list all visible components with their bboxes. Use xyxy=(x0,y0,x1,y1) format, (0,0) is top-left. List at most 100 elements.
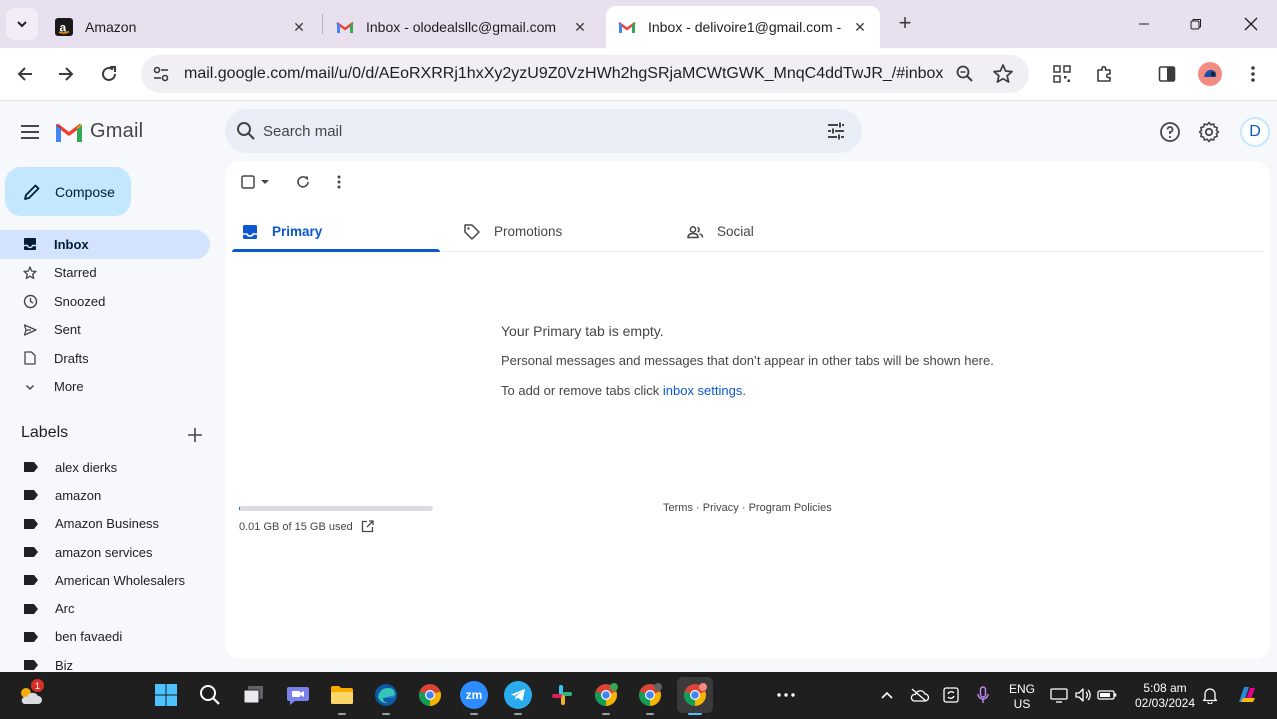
program-policies-link[interactable]: Program Policies xyxy=(749,502,832,514)
tab-primary[interactable]: Primary xyxy=(241,211,322,252)
nav-item-snoozed[interactable]: Snoozed xyxy=(0,287,210,316)
settings-gear-icon[interactable] xyxy=(1197,120,1221,144)
zoom-app[interactable]: zm xyxy=(460,681,488,709)
nav-item-inbox[interactable]: Inbox xyxy=(0,230,210,259)
tag-icon xyxy=(464,223,480,240)
nav-item-drafts[interactable]: Drafts xyxy=(0,344,210,373)
overflow-apps-button[interactable] xyxy=(772,681,800,709)
inbox-icon xyxy=(22,236,38,252)
browser-menu-button[interactable] xyxy=(1240,61,1266,87)
main-menu-icon[interactable] xyxy=(18,120,42,144)
profile-button[interactable] xyxy=(1197,61,1223,87)
zoom-icon[interactable] xyxy=(955,64,975,84)
more-vert-icon[interactable] xyxy=(337,175,341,189)
tab-search-button[interactable] xyxy=(6,8,38,40)
browser-tab-amazon[interactable]: a Amazon ✕ xyxy=(43,6,319,48)
start-button[interactable] xyxy=(152,681,180,709)
restore-button[interactable] xyxy=(1184,12,1208,36)
site-settings-icon[interactable] xyxy=(151,64,171,84)
chrome-app[interactable] xyxy=(416,681,444,709)
gmail-icon xyxy=(55,123,83,142)
url-text[interactable]: mail.google.com/mail/u/0/d/AEoRXRRj1hxXy… xyxy=(184,65,948,83)
clock-time: 5:08 am xyxy=(1143,681,1187,695)
browser-tab-inbox-olodeals[interactable]: Inbox - olodealsllc@gmail.com ✕ xyxy=(324,6,600,48)
terms-link[interactable]: Terms xyxy=(663,502,693,514)
reload-button[interactable] xyxy=(96,61,122,87)
footer-separator: · xyxy=(738,502,749,514)
sync-tray-button[interactable] xyxy=(941,685,961,705)
close-window-button[interactable] xyxy=(1239,12,1263,36)
label-item[interactable]: amazon xyxy=(0,481,210,509)
minimize-button[interactable] xyxy=(1132,12,1156,36)
file-explorer-app[interactable] xyxy=(328,681,356,709)
edge-app[interactable] xyxy=(372,681,400,709)
mail-list-panel: Primary Promotions Social Your Primary t… xyxy=(225,161,1270,659)
new-tab-button[interactable]: + xyxy=(893,12,917,36)
label-item[interactable]: American Wholesalers xyxy=(0,566,210,594)
display-tray-button[interactable] xyxy=(1049,685,1069,705)
label-item[interactable]: Arc xyxy=(0,594,210,622)
slack-app[interactable] xyxy=(548,681,576,709)
system-clock[interactable]: 5:08 am 02/03/2024 xyxy=(1128,681,1202,711)
qr-code-icon xyxy=(1053,65,1071,83)
slack-icon xyxy=(552,685,572,705)
help-icon[interactable] xyxy=(1158,120,1182,144)
search-input[interactable] xyxy=(263,117,803,145)
task-view-button[interactable] xyxy=(240,681,268,709)
nav-item-sent[interactable]: Sent xyxy=(0,316,210,345)
label-item[interactable]: Amazon Business xyxy=(0,510,210,538)
speaker-icon xyxy=(1075,688,1091,702)
privacy-link[interactable]: Privacy xyxy=(703,502,739,514)
search-options-icon[interactable] xyxy=(825,120,847,142)
telegram-app[interactable] xyxy=(504,681,532,709)
tab-social[interactable]: Social xyxy=(686,211,754,252)
back-button[interactable] xyxy=(12,61,38,87)
compose-button[interactable]: Compose xyxy=(5,167,131,216)
microphone-tray-button[interactable] xyxy=(973,685,993,705)
search-icon[interactable] xyxy=(235,120,257,142)
taskbar-search-button[interactable] xyxy=(196,681,224,709)
qr-code-button[interactable] xyxy=(1049,61,1075,87)
volume-tray-button[interactable] xyxy=(1073,685,1093,705)
active-app-indicator xyxy=(688,713,702,715)
refresh-icon[interactable] xyxy=(296,175,310,189)
gmail-logo[interactable]: Gmail xyxy=(55,120,143,143)
forward-button[interactable] xyxy=(53,61,79,87)
search-bar[interactable] xyxy=(225,109,862,153)
chrome-profile-app[interactable] xyxy=(636,681,664,709)
copilot-button[interactable] xyxy=(1234,685,1260,705)
nav-item-starred[interactable]: Starred xyxy=(0,259,210,288)
browser-tab-inbox-delivoire[interactable]: Inbox - delivoire1@gmail.com - ✕ xyxy=(606,6,880,48)
chrome-active-app[interactable] xyxy=(677,677,713,713)
label-item[interactable]: amazon services xyxy=(0,538,210,566)
side-panel-button[interactable] xyxy=(1154,61,1180,87)
extensions-button[interactable] xyxy=(1092,61,1118,87)
notifications-button[interactable] xyxy=(1200,685,1220,705)
add-label-icon[interactable] xyxy=(185,425,205,445)
monitor-icon xyxy=(1050,688,1068,703)
input-language[interactable]: ENG US xyxy=(1006,682,1038,712)
star-icon xyxy=(22,265,38,281)
bookmark-star-icon[interactable] xyxy=(992,63,1014,85)
teams-chat-app[interactable] xyxy=(284,681,312,709)
onedrive-tray-button[interactable] xyxy=(909,685,929,705)
label-name: amazon xyxy=(55,487,102,503)
address-bar[interactable]: mail.google.com/mail/u/0/d/AEoRXRRj1hxXy… xyxy=(141,55,1029,93)
select-checkbox-icon[interactable] xyxy=(241,175,255,189)
tab-promotions[interactable]: Promotions xyxy=(463,211,562,252)
label-item[interactable]: ben favaedi xyxy=(0,623,210,651)
label-item[interactable]: Biz xyxy=(0,651,210,671)
open-external-icon[interactable] xyxy=(361,520,374,533)
nav-item-more[interactable]: More xyxy=(0,373,210,402)
label-name: amazon services xyxy=(55,544,153,560)
close-tab-icon[interactable]: ✕ xyxy=(289,17,309,37)
close-tab-icon[interactable]: ✕ xyxy=(850,17,870,37)
battery-tray-button[interactable] xyxy=(1097,685,1117,705)
label-item[interactable]: alex dierks xyxy=(0,453,210,481)
select-dropdown-icon[interactable] xyxy=(261,179,269,185)
inbox-settings-link[interactable]: inbox settings xyxy=(663,383,743,398)
account-avatar[interactable]: D xyxy=(1240,117,1270,147)
show-hidden-icons-button[interactable] xyxy=(877,685,897,705)
chrome-profile-app[interactable] xyxy=(592,681,620,709)
close-tab-icon[interactable]: ✕ xyxy=(570,17,590,37)
